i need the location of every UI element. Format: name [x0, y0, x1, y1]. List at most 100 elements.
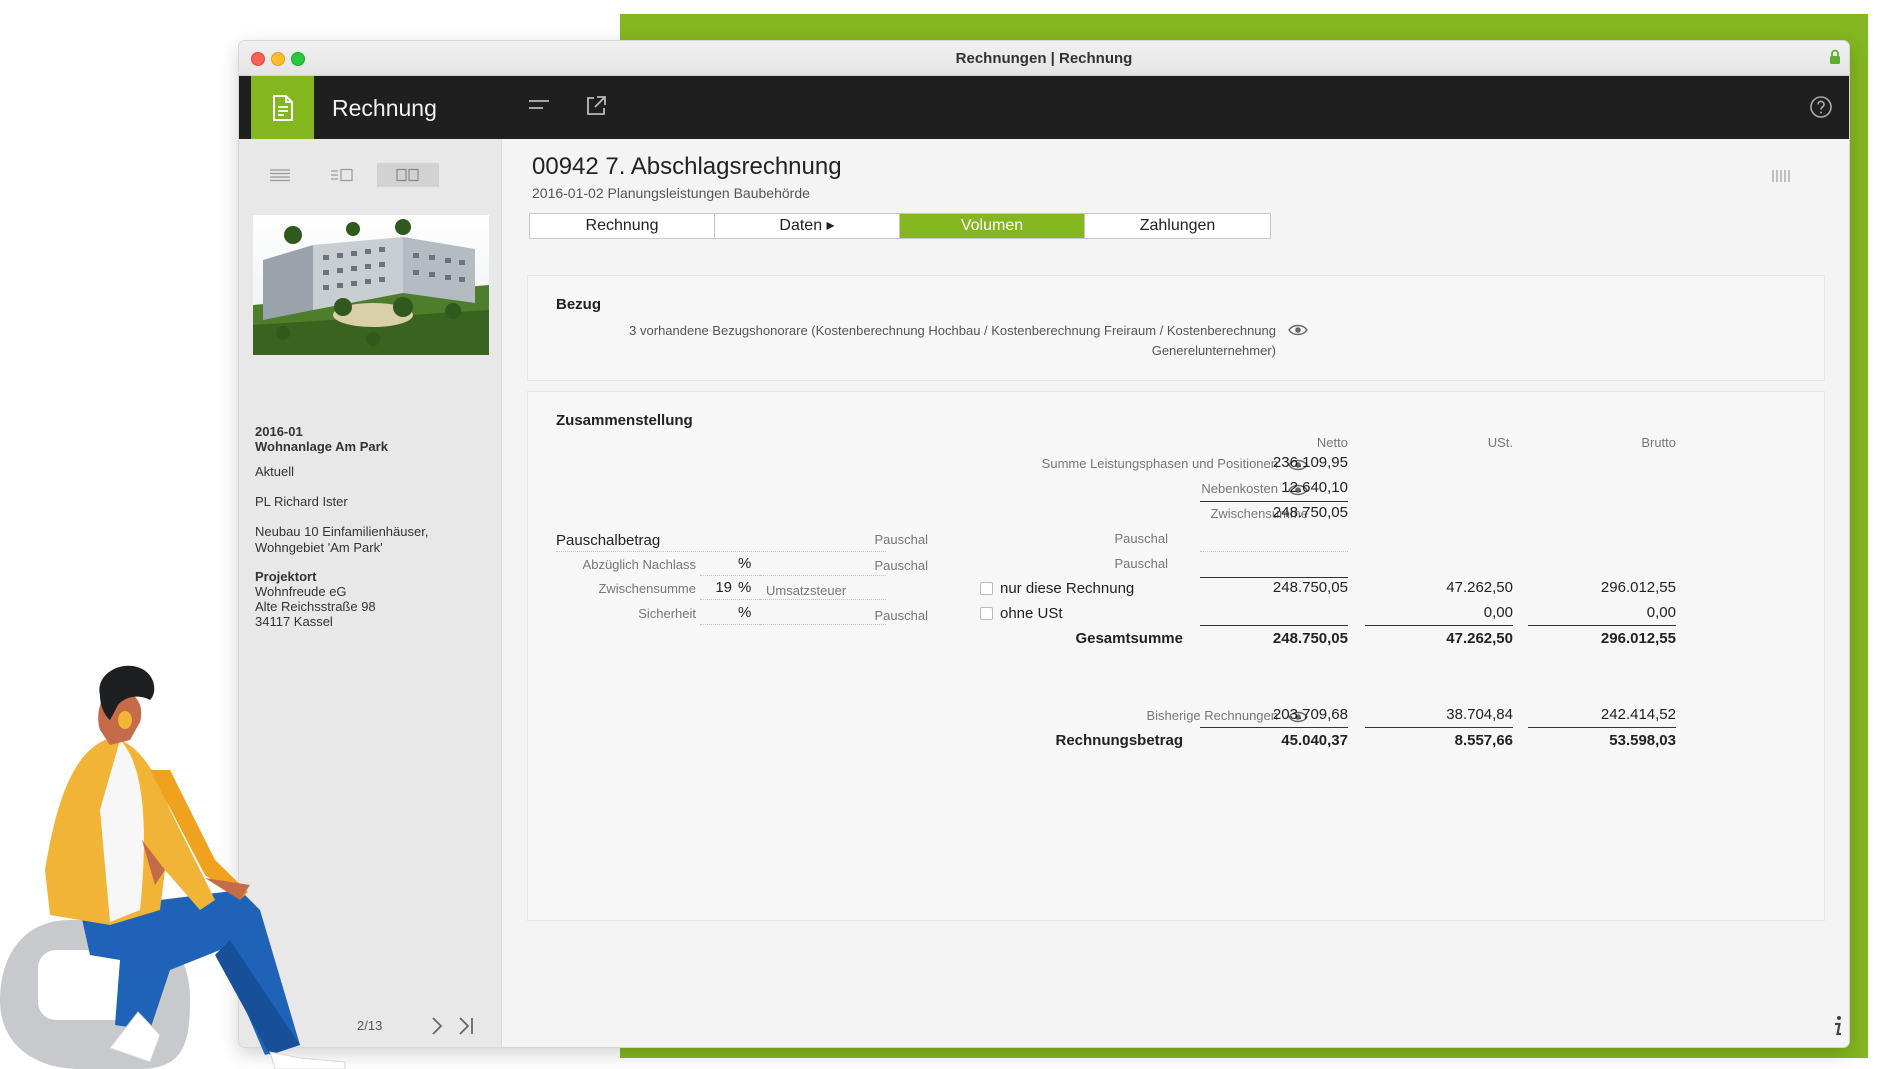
- next-record-icon[interactable]: [429, 1015, 445, 1037]
- help-icon[interactable]: [1809, 95, 1833, 119]
- bisherige-netto: 203.709,68: [1272, 706, 1348, 723]
- rechnungsbetrag-netto-line: [1200, 727, 1348, 728]
- project-photo: [253, 215, 489, 355]
- pauschalbetrag-line: [556, 551, 886, 552]
- sicherheit-pauschal: Pauschal: [874, 608, 928, 623]
- ohne-ust-ust: 0,00: [1483, 604, 1513, 621]
- window-title: Rechnungen | Rechnung: [955, 50, 1133, 67]
- nur-diese-rechnung-checkbox[interactable]: [980, 582, 993, 595]
- info-icon[interactable]: [1833, 1015, 1843, 1037]
- nebenkosten-underline: [1200, 501, 1348, 502]
- summe-netto: 236.109,95: [1272, 454, 1348, 471]
- pauschal-underline: [1200, 577, 1348, 578]
- app-title: Rechnung: [332, 95, 437, 121]
- invoice-document-icon: [272, 94, 293, 121]
- sicherheit-percent: %: [738, 604, 752, 621]
- pauschalbetrag-pauschal: Pauschal: [874, 532, 928, 547]
- ohne-ust-brutto: 0,00: [1646, 604, 1676, 621]
- pauschal-col-label-1: Pauschal: [1114, 531, 1168, 546]
- project-location-name: Wohnfreude eG: [255, 584, 347, 599]
- column-netto: Netto: [1316, 435, 1348, 450]
- last-record-icon[interactable]: [457, 1015, 475, 1037]
- list-view-button[interactable]: [249, 163, 311, 187]
- ohne-ust-checkbox[interactable]: [980, 607, 993, 620]
- rechnungsbetrag-brutto: 53.598,03: [1609, 732, 1676, 749]
- project-description: Neubau 10 Einfamilienhäuser, Wohngebiet …: [255, 524, 429, 555]
- pauschalbetrag-label: Pauschalbetrag: [556, 532, 661, 549]
- sicherheit-label: Sicherheit: [638, 606, 696, 621]
- bisherige-ust: 38.704,84: [1446, 706, 1513, 723]
- bezug-eye-icon[interactable]: [1288, 323, 1308, 337]
- gesamt-ust: 47.262,50: [1446, 630, 1513, 647]
- column-ust: USt.: [1487, 435, 1513, 450]
- nur-diese-netto: 248.750,05: [1272, 579, 1348, 596]
- ohne-ust-label: ohne USt: [1000, 605, 1063, 622]
- app-window: Rechnungen | Rechnung Rechnung 2016-01 W…: [238, 40, 1850, 1048]
- project-number: 2016-01: [255, 424, 303, 439]
- app-bar: Rechnung: [239, 76, 1849, 139]
- gesamt-netto-line: [1200, 625, 1348, 626]
- project-name: Wohnanlage Am Park: [255, 439, 388, 454]
- tab-volumen[interactable]: Volumen: [900, 214, 1085, 238]
- document-subtitle: 2016-01-02 Planungsleistungen Baubehörde: [532, 185, 810, 201]
- gesamt-brutto: 296.012,55: [1600, 630, 1676, 647]
- rechnungsbetrag-ust-line: [1365, 727, 1513, 728]
- ust-rate-input[interactable]: 19: [700, 579, 732, 596]
- sicherheit-amount-input[interactable]: [760, 624, 886, 625]
- ust-rate-line: [700, 599, 760, 600]
- bezug-panel: Bezug 3 vorhandene Bezugshonorare (Koste…: [527, 275, 1825, 381]
- title-bar: Rechnungen | Rechnung: [239, 41, 1849, 76]
- nur-diese-ust: 47.262,50: [1446, 579, 1513, 596]
- lock-icon: [1830, 49, 1840, 64]
- zusammenstellung-panel: Zusammenstellung Netto USt. Brutto Summe…: [527, 391, 1825, 921]
- rechnungsbetrag-ust: 8.557,66: [1454, 732, 1513, 749]
- rechnungsbetrag-brutto-line: [1528, 727, 1676, 728]
- column-brutto: Brutto: [1641, 435, 1676, 450]
- gesamtsumme-label: Gesamtsumme: [1075, 630, 1183, 647]
- nachlass-amount-input[interactable]: [760, 575, 886, 576]
- list-view-icon: [270, 169, 290, 182]
- zwischensumme2-label: Zwischensumme: [598, 581, 696, 596]
- sicherheit-input[interactable]: [700, 624, 760, 625]
- project-location-city: 34117 Kassel: [255, 614, 333, 629]
- tab-zahlungen[interactable]: Zahlungen: [1085, 214, 1270, 238]
- gesamt-netto: 248.750,05: [1272, 630, 1348, 647]
- project-status: Aktuell: [255, 464, 295, 479]
- project-manager: PL Richard Ister: [255, 494, 348, 509]
- split-view-button[interactable]: [311, 163, 373, 187]
- zusammenstellung-heading: Zusammenstellung: [556, 412, 693, 429]
- tab-bar: Rechnung Daten ▸ Volumen Zahlungen: [529, 213, 1271, 239]
- umsatzsteuer-label: Umsatzsteuer: [766, 583, 847, 598]
- app-icon-tile[interactable]: [251, 76, 314, 139]
- gesamt-brutto-line: [1528, 625, 1676, 626]
- gesamt-ust-line: [1365, 625, 1513, 626]
- rechnungsbetrag-label: Rechnungsbetrag: [1055, 732, 1183, 749]
- nachlass-percent: %: [738, 555, 752, 572]
- external-link-icon[interactable]: [584, 94, 608, 118]
- barcode-icon[interactable]: [1771, 169, 1793, 183]
- grid-view-button[interactable]: [377, 163, 439, 187]
- person-illustration: [0, 665, 346, 1069]
- pauschal-col-label-2: Pauschal: [1114, 556, 1168, 571]
- bezug-heading: Bezug: [556, 296, 601, 313]
- main-content: 00942 7. Abschlagsrechnung 2016-01-02 Pl…: [502, 139, 1849, 1047]
- tab-daten[interactable]: Daten ▸: [715, 214, 900, 238]
- split-view-icon: [331, 168, 353, 182]
- document-title: 00942 7. Abschlagsrechnung: [532, 153, 842, 180]
- nachlass-label: Abzüglich Nachlass: [582, 557, 696, 572]
- zwischensumme-netto: 248.750,05: [1272, 504, 1348, 521]
- project-location-heading: Projektort: [255, 569, 317, 584]
- project-location-street: Alte Reichsstraße 98: [255, 599, 376, 614]
- nebenkosten-netto: 12.640,10: [1281, 479, 1348, 496]
- menu-lines-icon[interactable]: [527, 96, 551, 116]
- nachlass-pauschal: Pauschal: [874, 558, 928, 573]
- nachlass-input[interactable]: [700, 575, 760, 576]
- pauschal-input-line-1: [1200, 551, 1348, 552]
- bezug-text: 3 vorhandene Bezugshonorare (Kostenberec…: [629, 323, 1276, 358]
- nur-diese-brutto: 296.012,55: [1600, 579, 1676, 596]
- rechnungsbetrag-netto: 45.040,37: [1281, 732, 1348, 749]
- umsatzsteuer-line: [760, 599, 886, 600]
- grid-view-icon: [396, 168, 419, 182]
- tab-rechnung[interactable]: Rechnung: [530, 214, 715, 238]
- bisherige-brutto: 242.414,52: [1600, 706, 1676, 723]
